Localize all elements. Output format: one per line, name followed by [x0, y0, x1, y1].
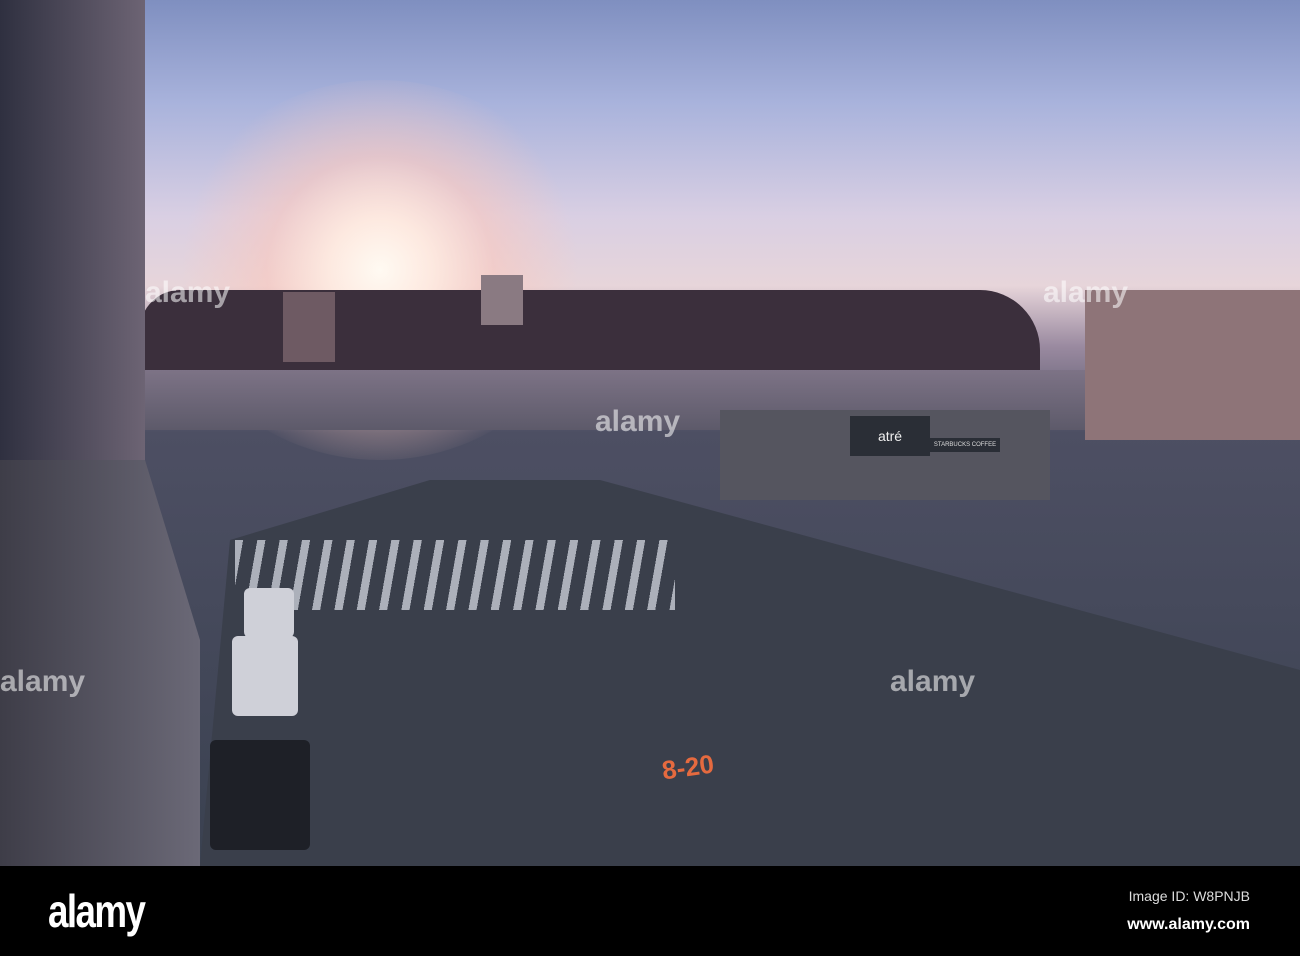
watermark: alamy — [0, 665, 86, 698]
site-url: www.alamy.com — [1127, 916, 1250, 933]
tree-line — [140, 290, 1040, 380]
left-deck — [0, 460, 200, 866]
watermark: alamy — [145, 276, 231, 309]
tower-building — [283, 292, 335, 362]
watermark: alamy — [595, 405, 681, 438]
street-photo: atré STARBUCKS COFFEE 8-20 alamy alamy a… — [0, 0, 1300, 866]
right-building — [1085, 290, 1300, 440]
atre-sign: atré — [850, 416, 930, 456]
alamy-logo: alamy — [48, 885, 146, 937]
watermark: alamy — [1043, 276, 1129, 309]
crosswalk — [235, 540, 675, 610]
car — [210, 740, 310, 850]
footer-bar: alamy Image ID: W8PNJB www.alamy.com — [0, 866, 1300, 956]
car — [232, 636, 298, 716]
image-id: Image ID: W8PNJB — [1128, 888, 1250, 904]
tower-building — [481, 275, 523, 325]
car — [244, 588, 294, 638]
road — [200, 480, 1300, 866]
left-building — [0, 0, 145, 470]
watermark: alamy — [890, 665, 976, 698]
starbucks-sign: STARBUCKS COFFEE — [930, 438, 1000, 452]
